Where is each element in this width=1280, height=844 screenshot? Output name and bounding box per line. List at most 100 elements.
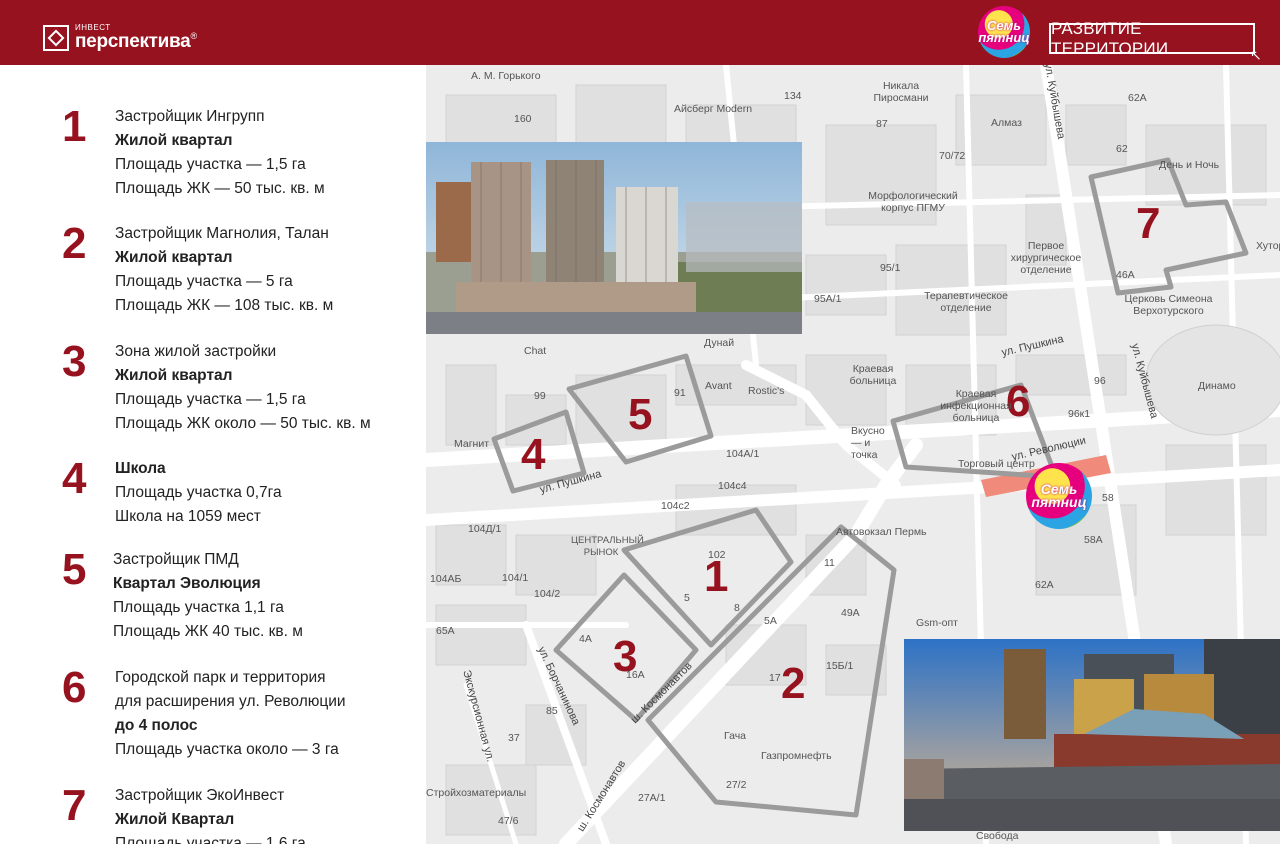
- house-number: 27А/1: [638, 792, 666, 804]
- item-plot-area: Площадь участка 0,7га: [115, 484, 282, 501]
- item-number: 5: [62, 545, 87, 594]
- pointer-icon: ↖: [1250, 47, 1262, 63]
- house-number: 102: [708, 549, 726, 561]
- item-number: 3: [62, 337, 87, 386]
- item-developer: Застройщик Магнолия, Талан: [115, 225, 329, 242]
- item-developer: Застройщик ЭкоИнвест: [115, 787, 285, 804]
- map-label: Хутор: [1256, 240, 1280, 252]
- map-label: Вкусно — и точка: [851, 425, 885, 461]
- house-number: 96: [1094, 375, 1106, 387]
- house-number: 5: [684, 592, 690, 604]
- house-number: 65А: [436, 625, 455, 637]
- item-plot-area: Площадь участка — 1,6 га: [115, 835, 306, 844]
- item-number: 2: [62, 219, 87, 268]
- map-label: Церковь Симеона Верхотурского: [1124, 293, 1213, 317]
- map-label: День и Ночь: [1159, 159, 1220, 171]
- house-number: 104/2: [534, 588, 561, 600]
- house-number: 49А: [841, 607, 860, 619]
- render-photo-quarter: [904, 639, 1280, 831]
- map-label: Автовокзал Пермь: [836, 526, 927, 538]
- map-partner-logo-text: Семь пятниц: [1031, 481, 1087, 510]
- item-number: 1: [62, 102, 87, 151]
- item-type: Жилой квартал: [115, 367, 233, 384]
- house-number: 70/72: [939, 150, 966, 162]
- map-label: Алмаз: [991, 117, 1022, 129]
- map-label: Гача: [724, 730, 747, 742]
- zone-marker-5[interactable]: 5: [628, 393, 652, 437]
- house-number: 104Д/1: [468, 523, 502, 535]
- item-building-area: Площадь ЖК — 50 тыс. кв. м: [115, 180, 325, 197]
- brand-mark-icon: [43, 24, 69, 51]
- house-number: 96к1: [1068, 408, 1091, 420]
- item-developer: Застройщик ПМД: [113, 551, 239, 568]
- zone-marker-7[interactable]: 7: [1136, 202, 1160, 246]
- house-number: 58А: [1084, 534, 1103, 546]
- house-number: 27/2: [726, 779, 747, 791]
- item-plot-area: Площадь участка 1,1 га: [113, 599, 284, 616]
- map-label: Терапевтическое отделение: [924, 290, 1008, 314]
- map-label: Avant: [705, 380, 732, 392]
- item-number: 7: [62, 781, 87, 830]
- item-description-1: Городской парк и территория: [115, 669, 326, 686]
- house-number: 95/1: [880, 262, 901, 274]
- house-number: 104АБ: [430, 573, 462, 585]
- brand-registered-mark: ®: [190, 31, 198, 41]
- house-number: 37: [508, 732, 520, 744]
- house-number: 62А: [1035, 579, 1054, 591]
- map-label: Стройхозматериалы: [426, 787, 527, 799]
- zone-marker-4[interactable]: 4: [521, 433, 545, 477]
- item-plot-area: Площадь участка около — 3 га: [115, 741, 339, 758]
- item-plot-area: Площадь участка — 1,5 га: [115, 156, 306, 173]
- item-building-area: Площадь ЖК — 108 тыс. кв. м: [115, 297, 334, 314]
- item-plot-area: Площадь участка — 5 га: [115, 273, 293, 290]
- house-number: 62А: [1128, 92, 1147, 104]
- map-label: Gsm-опт: [916, 617, 958, 629]
- house-number: 15Б/1: [826, 660, 854, 672]
- territory-map[interactable]: 4 5 6 7 1 3 2 ул. Пушкина ул. Пушкина ул…: [426, 65, 1280, 844]
- house-number: 16А: [626, 669, 645, 681]
- house-number: 160: [514, 113, 532, 125]
- house-number: 104с4: [718, 480, 747, 492]
- item-type: Школа: [115, 460, 166, 477]
- page-title: РАЗВИТИЕ ТЕРРИТОРИИ: [1049, 19, 1255, 58]
- item-building-area: Площадь ЖК 40 тыс. кв. м: [113, 623, 303, 640]
- house-number: 58: [1102, 492, 1114, 504]
- map-label: Динамо: [1198, 380, 1236, 392]
- map-label: Магнит: [454, 438, 490, 450]
- item-plot-area: Площадь участка — 1,5 га: [115, 391, 306, 408]
- map-label: Морфологический корпус ПГМУ: [868, 190, 958, 214]
- map-label: Первое хирургическое отделение: [1010, 240, 1082, 276]
- map-label: Rostic's: [748, 385, 785, 397]
- item-number: 6: [62, 663, 87, 712]
- house-number: 104А/1: [726, 448, 760, 460]
- map-label: А. М. Горького: [471, 70, 541, 82]
- map-label: Айсберг Modern: [674, 103, 753, 115]
- brand-logo[interactable]: ИНВЕСТ перспектива®: [43, 24, 197, 51]
- render-photo-towers: [426, 142, 802, 334]
- item-developer: Зона жилой застройки: [115, 343, 277, 360]
- house-number: 5А: [764, 615, 777, 627]
- header-bar: ИНВЕСТ перспектива® Семь пятниц РАЗВИТИЕ…: [0, 0, 1280, 65]
- house-number: 104/1: [502, 572, 529, 584]
- house-number: 4А: [579, 633, 592, 645]
- item-building-area: Площадь ЖК около — 50 тыс. кв. м: [115, 415, 371, 432]
- house-number: 104с2: [661, 500, 690, 512]
- map-label: Свобода: [976, 830, 1019, 842]
- item-description-2: для расширения ул. Революции: [115, 693, 346, 710]
- map-label: Chat: [524, 345, 547, 357]
- zone-marker-2[interactable]: 2: [781, 662, 805, 706]
- map-partner-logo[interactable]: Семь пятниц: [1026, 463, 1092, 529]
- map-label: Краевая больница: [849, 363, 897, 387]
- map-label: ЦЕНТРАЛЬНЫЙ РЫНОК: [571, 535, 644, 558]
- map-label: Дунай: [704, 337, 735, 349]
- house-number: 99: [534, 390, 546, 402]
- house-number: 134: [784, 90, 802, 102]
- house-number: 8: [734, 602, 740, 614]
- house-number: 46А: [1116, 269, 1135, 281]
- zone-marker-1[interactable]: 1: [704, 555, 728, 599]
- zones-list: 1 Застройщик Ингрупп Жилой квартал Площа…: [0, 65, 426, 844]
- house-number: 95А/1: [814, 293, 842, 305]
- map-label: Краевая инфекционная больница: [940, 388, 1012, 424]
- partner-logo-text: Семь пятниц: [978, 18, 1030, 45]
- item-type: Жилой квартал: [115, 132, 233, 149]
